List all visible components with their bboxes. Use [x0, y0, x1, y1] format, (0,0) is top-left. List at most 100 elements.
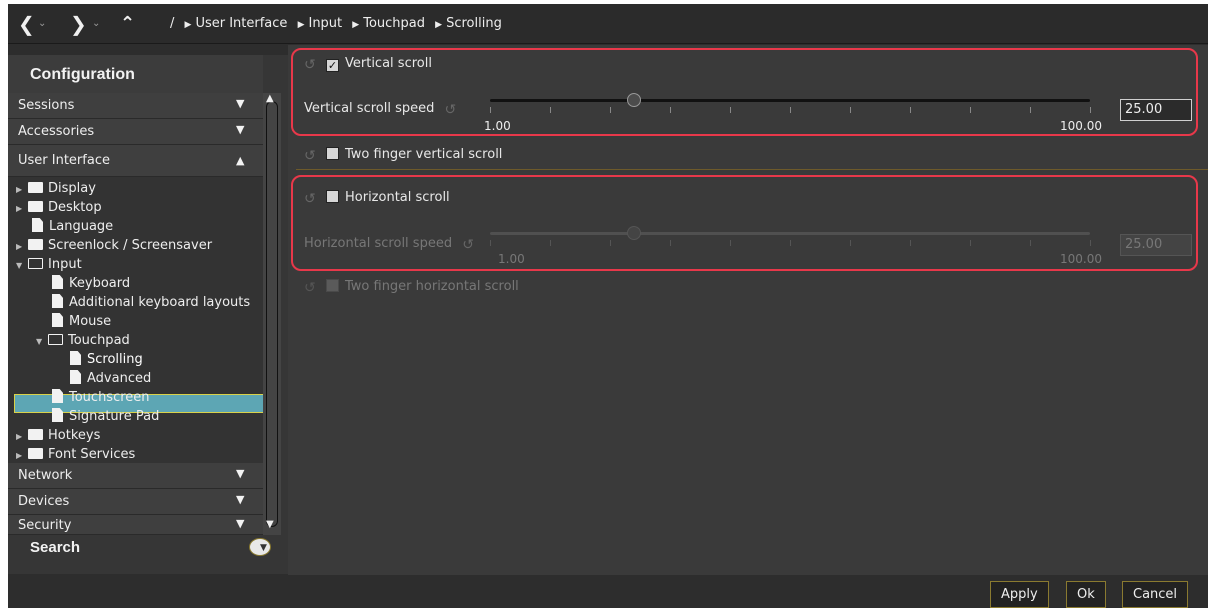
tree-item-input[interactable]: ▼ Input	[16, 255, 82, 274]
tree-item-label: Touchpad	[68, 333, 130, 348]
tree-item-label: Advanced	[87, 371, 152, 386]
tree-item-advanced[interactable]: Advanced	[70, 369, 151, 388]
expand-down-icon: ▼	[236, 493, 245, 506]
tree-item-label: Signature Pad	[69, 409, 160, 424]
sidebar: Configuration Sessions ▼ Accessories ▼ U…	[8, 55, 288, 574]
expand-down-icon: ▼	[236, 97, 245, 110]
category-label: Sessions	[18, 98, 75, 113]
apply-button[interactable]: Apply	[990, 581, 1049, 608]
tree-item-label: Screenlock / Screensaver	[48, 238, 213, 253]
category-network[interactable]: Network ▼	[8, 463, 263, 489]
file-icon	[52, 275, 63, 289]
file-icon	[32, 218, 43, 232]
search-bar[interactable]: Search ▼	[8, 535, 281, 563]
category-user-interface[interactable]: User Interface ▲	[8, 145, 263, 177]
reset-icon[interactable]: ↺	[304, 281, 318, 295]
tree-item-touchscreen[interactable]: Touchscreen	[52, 388, 150, 407]
breadcrumb-user-interface[interactable]: User Interface	[195, 16, 287, 31]
sidebar-scrollbar[interactable]	[263, 93, 281, 535]
back-dropdown-icon[interactable]: ⌄	[38, 4, 46, 44]
scroll-down-icon[interactable]: ▼	[266, 519, 274, 530]
category-label: User Interface	[18, 153, 110, 168]
tree-item-touchpad[interactable]: ▼ Touchpad	[36, 331, 130, 350]
category-label: Network	[18, 468, 73, 483]
tree-item-label: Scrolling	[87, 352, 143, 367]
two-finger-vertical-label: Two finger vertical scroll	[345, 147, 503, 162]
tree-item-font-services[interactable]: ▶ Font Services	[16, 445, 135, 464]
reset-icon[interactable]: ↺	[304, 149, 318, 163]
tree-item-hotkeys[interactable]: ▶ Hotkeys	[16, 426, 100, 445]
file-icon	[52, 389, 63, 403]
breadcrumb-arrow-icon: ▶	[297, 20, 305, 30]
tree-item-label: Font Services	[48, 447, 136, 462]
category-label: Devices	[18, 494, 70, 509]
chevron-up-icon[interactable]: ⌃	[120, 4, 135, 44]
category-devices[interactable]: Devices ▼	[8, 489, 263, 515]
file-icon	[70, 370, 81, 384]
scroll-up-icon[interactable]: ▲	[266, 93, 274, 104]
scrollbar-thumb[interactable]	[266, 101, 278, 527]
tree-item-label: Mouse	[69, 314, 112, 329]
cancel-button[interactable]: Cancel	[1122, 581, 1189, 608]
two-finger-vertical-row: ↺ Two finger vertical scroll	[304, 143, 502, 167]
category-security[interactable]: Security ▼	[8, 515, 263, 535]
breadcrumb-arrow-icon: ▶	[184, 20, 192, 30]
tree-item-label: Input	[48, 257, 82, 272]
chevron-left-icon[interactable]: ❮	[18, 4, 35, 44]
breadcrumb-touchpad[interactable]: Touchpad	[363, 16, 425, 31]
expand-right-icon[interactable]: ▶	[16, 427, 28, 446]
breadcrumb-scrolling[interactable]: Scrolling	[446, 16, 502, 31]
expand-right-icon[interactable]: ▶	[16, 237, 28, 256]
breadcrumb-arrow-icon: ▶	[435, 20, 443, 30]
file-icon	[52, 313, 63, 327]
tree-item-display[interactable]: ▶ Display	[16, 179, 96, 198]
chevron-right-icon[interactable]: ❯	[70, 4, 87, 44]
search-label: Search	[30, 539, 81, 556]
breadcrumb-input[interactable]: Input	[308, 16, 342, 31]
ok-button[interactable]: Ok	[1066, 581, 1106, 608]
file-icon	[70, 351, 81, 365]
tree-item-desktop[interactable]: ▶ Desktop	[16, 198, 102, 217]
folder-icon	[28, 429, 43, 440]
tree-item-keyboard[interactable]: Keyboard	[52, 274, 130, 293]
tree-item-screenlock[interactable]: ▶ Screenlock / Screensaver	[16, 236, 212, 255]
expand-right-icon[interactable]: ▶	[16, 180, 28, 199]
highlight-box	[291, 48, 1198, 136]
tree-item-label: Language	[49, 219, 114, 234]
folder-icon	[28, 239, 43, 250]
tree-item-additional-keyboard-layouts[interactable]: Additional keyboard layouts	[52, 293, 250, 312]
two-finger-vertical-checkbox[interactable]	[326, 147, 339, 160]
collapse-down-icon[interactable]: ▼	[16, 256, 28, 275]
category-accessories[interactable]: Accessories ▼	[8, 119, 263, 145]
highlight-box	[291, 175, 1198, 271]
collapse-up-icon: ▲	[236, 154, 245, 167]
sidebar-title: Configuration	[30, 66, 135, 83]
category-sessions[interactable]: Sessions ▼	[8, 93, 263, 119]
two-finger-horizontal-label: Two finger horizontal scroll	[345, 279, 519, 294]
tree-item-scrolling[interactable]: Scrolling	[70, 350, 143, 369]
tree-item-label: Additional keyboard layouts	[69, 295, 251, 310]
breadcrumb-root[interactable]: /	[170, 16, 174, 31]
collapse-down-icon[interactable]: ▼	[36, 332, 48, 351]
folder-open-icon	[28, 258, 43, 269]
tree-item-mouse[interactable]: Mouse	[52, 312, 111, 331]
settings-window: ❮ ⌄ ❯ ⌄ ⌃ / ▶ User Interface ▶ Input ▶ Touc…	[8, 4, 1208, 608]
forward-dropdown-icon[interactable]: ⌄	[92, 4, 100, 44]
file-icon	[52, 294, 63, 308]
tree-item-signature-pad[interactable]: Signature Pad	[52, 407, 159, 426]
folder-icon	[28, 182, 43, 193]
tree-item-language[interactable]: Language	[32, 217, 113, 236]
tree-item-label: Touchscreen	[69, 390, 150, 405]
tree-item-label: Display	[48, 181, 96, 196]
tree-item-label: Desktop	[48, 200, 102, 215]
expand-right-icon[interactable]: ▶	[16, 199, 28, 218]
tree-item-label: Keyboard	[69, 276, 131, 291]
breadcrumb-arrow-icon: ▶	[352, 20, 360, 30]
folder-open-icon	[48, 334, 63, 345]
category-label: Accessories	[18, 124, 95, 139]
search-expand-icon[interactable]: ▼	[249, 538, 271, 556]
top-bar: ❮ ⌄ ❯ ⌄ ⌃ / ▶ User Interface ▶ Input ▶ Touc…	[8, 4, 1208, 44]
tree-item-label: Hotkeys	[48, 428, 101, 443]
two-finger-horizontal-checkbox[interactable]	[326, 279, 339, 292]
category-label: Security	[18, 518, 72, 533]
